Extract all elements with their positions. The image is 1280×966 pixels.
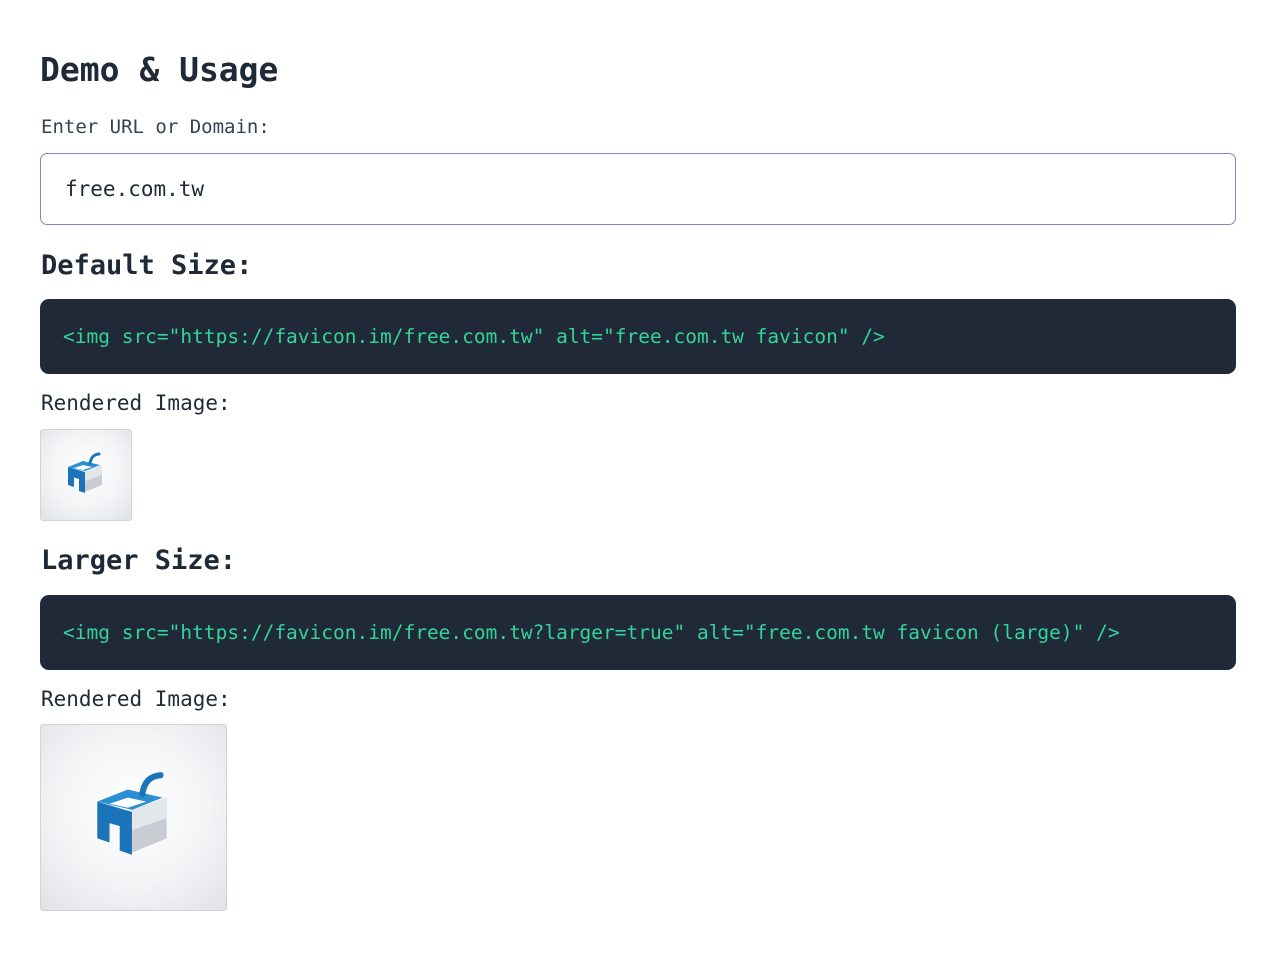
box-logo-icon: [68, 452, 102, 493]
larger-favicon-image: [40, 724, 227, 911]
default-favicon-image: [40, 429, 132, 521]
default-size-heading: Default Size:: [41, 250, 253, 281]
url-input[interactable]: [40, 153, 1236, 225]
larger-rendered-label: Rendered Image:: [41, 687, 231, 711]
demo-usage-section: Demo & Usage Enter URL or Domain: Defaul…: [0, 0, 1280, 966]
larger-size-heading: Larger Size:: [41, 545, 237, 576]
page-title: Demo & Usage: [40, 50, 279, 89]
default-rendered-label: Rendered Image:: [41, 391, 231, 415]
url-field-label: Enter URL or Domain:: [41, 116, 270, 138]
default-size-code-block: <img src="https://favicon.im/free.com.tw…: [40, 299, 1236, 374]
larger-size-code-block: <img src="https://favicon.im/free.com.tw…: [40, 595, 1236, 670]
box-logo-icon: [96, 771, 167, 855]
